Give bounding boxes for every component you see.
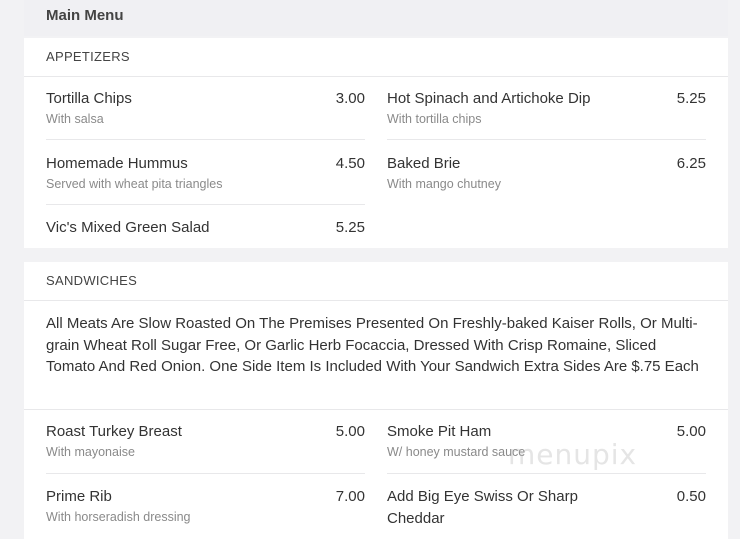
item-price: 5.25 [335,219,365,236]
item-price: 7.00 [335,488,365,505]
divider [24,409,728,410]
item-price: 4.50 [335,155,365,172]
divider [387,473,706,474]
item-name: Smoke Pit Ham [387,423,492,440]
menu-title: Main Menu [46,7,124,24]
item-description: Served with wheat pita triangles [46,177,223,191]
divider [46,473,365,474]
sandwiches-intro: All Meats Are Slow Roasted On The Premis… [46,315,699,375]
item-name: Roast Turkey Breast [46,423,182,440]
menu-header: Main Menu [24,0,728,36]
appetizers-section: APPETIZERS Tortilla Chips 3.00 With sals… [24,38,728,248]
item-name: Hot Spinach and Artichoke Dip [387,90,591,107]
appetizers-title: APPETIZERS [24,38,728,77]
menu-page: Main Menu APPETIZERS Tortilla Chips 3.00… [0,0,740,539]
item-name: Vic's Mixed Green Salad [46,219,210,236]
item-description: With tortilla chips [387,112,482,126]
item-price: 0.50 [676,488,706,505]
item-name: Baked Brie [387,155,461,172]
item-description: With mayonaise [46,445,135,459]
item-description: With salsa [46,112,104,126]
sandwiches-section: SANDWICHES All Meats Are Slow Roasted On… [24,262,728,539]
sandwiches-title: SANDWICHES [24,262,728,301]
watermark-logo: menupix [508,438,638,471]
item-description: W/ honey mustard sauce [387,445,526,459]
item-price: 6.25 [676,155,706,172]
divider [46,139,365,140]
item-price: 5.25 [676,90,706,107]
item-price: 5.00 [335,423,365,440]
item-name: Tortilla Chips [46,90,132,107]
item-description: With horseradish dressing [46,510,191,524]
divider [46,204,365,205]
item-price: 5.00 [676,423,706,440]
item-name: Homemade Hummus [46,155,188,172]
divider [387,139,706,140]
item-description: With mango chutney [387,177,501,191]
item-price: 3.00 [335,90,365,107]
item-name: Prime Rib [46,488,112,505]
item-name: Add Big Eye Swiss Or Sharp Cheddar [387,488,578,527]
